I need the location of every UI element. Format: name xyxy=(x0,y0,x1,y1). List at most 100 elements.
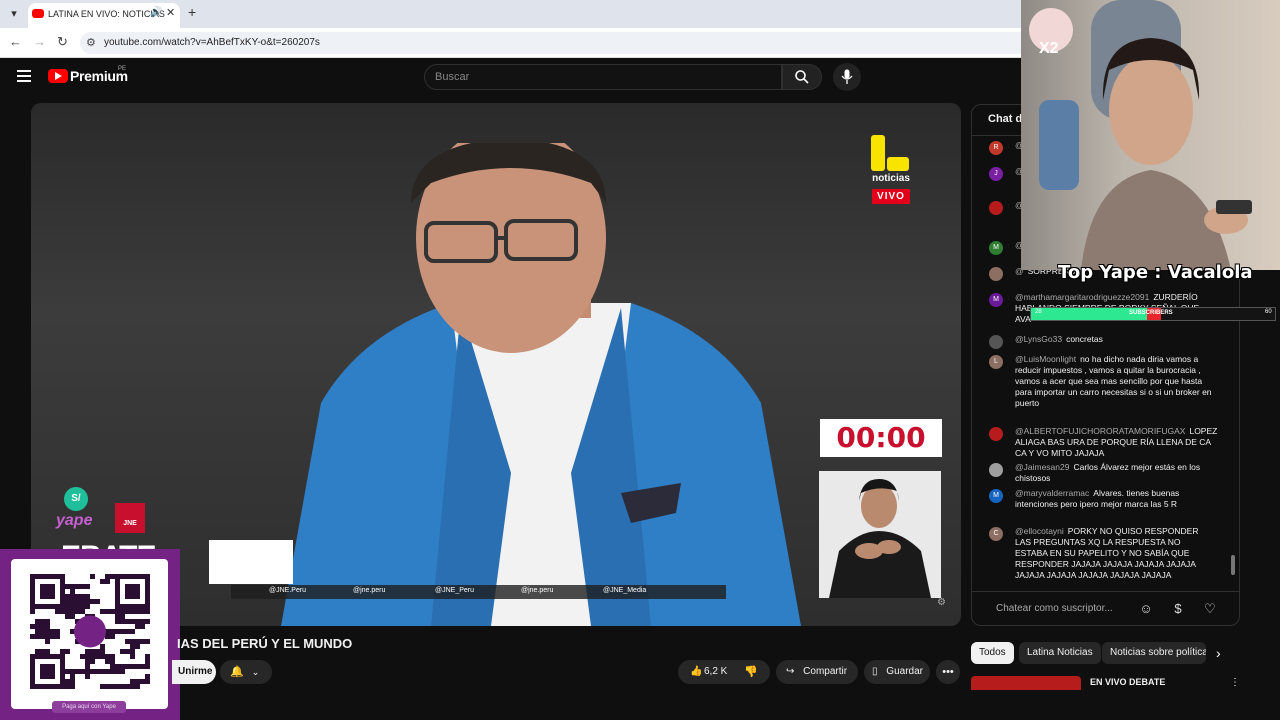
search-button[interactable] xyxy=(782,64,822,90)
chat-message-body: @maryvalderramac Alvares. tienes buenas i… xyxy=(1015,488,1215,510)
chat-message-body: @ALBERTOFUJICHORORATAMORIFUGAX LOPEZ ALIA… xyxy=(1015,426,1217,459)
yape-currency-badge: S/ xyxy=(64,487,88,511)
qr-card xyxy=(11,559,168,709)
forward-arrow-icon[interactable]: → xyxy=(33,34,46,49)
thumbs-down-icon[interactable]: 👎 xyxy=(744,660,758,684)
audio-playing-icon[interactable]: 🔊 xyxy=(150,7,162,18)
thumbs-up-icon: 👍 xyxy=(690,666,703,677)
save-button[interactable]: ▯ Guardar xyxy=(864,660,930,684)
chat-author[interactable]: @Jaimesan29 xyxy=(1015,462,1069,472)
site-info-icon[interactable]: ⚙ xyxy=(86,36,96,49)
top-yape-label: Top Yape : Vacalola xyxy=(1058,262,1253,283)
new-tab-button[interactable]: + xyxy=(188,4,196,20)
share-icon: ↪ xyxy=(786,666,795,677)
menu-icon[interactable] xyxy=(17,70,31,82)
avatar[interactable] xyxy=(989,267,1003,281)
graphics-box xyxy=(209,540,293,584)
x-handle: @JNE_Peru xyxy=(435,587,475,594)
save-label: Guardar xyxy=(886,666,923,677)
video-player[interactable]: noticias VIVO 00:00 EBATE AL JNE @JNE.Pe… xyxy=(31,103,961,626)
recommendation-menu-icon[interactable]: ⋮ xyxy=(1230,677,1240,688)
share-label: Compartir xyxy=(803,666,848,677)
search-icon xyxy=(795,70,809,84)
url-text[interactable]: youtube.com/watch?v=AhBefTxKY-o&t=260207… xyxy=(104,37,320,48)
chevron-down-icon: ⌄ xyxy=(251,667,260,677)
chat-message-body: @ellocotayni PORKY NO QUISO RESPONDER LAS… xyxy=(1015,526,1215,581)
chat-input-row: Chatear como suscriptor... ☺ $ ♡ xyxy=(972,591,1239,625)
chat-author[interactable]: @marthamargaritarodriguezze2091 xyxy=(1015,292,1149,302)
like-count: 6,2 K xyxy=(704,666,728,677)
avatar[interactable]: L xyxy=(989,355,1003,369)
facebook-handle: @JNE.Peru xyxy=(269,587,307,594)
svg-text:X2: X2 xyxy=(1039,40,1059,57)
avatar[interactable]: J xyxy=(989,167,1003,181)
logo-noticias-text: noticias xyxy=(872,173,910,184)
tab-title: LATINA EN VIVO: NOTICIAS xyxy=(48,9,165,19)
qr-code-icon xyxy=(30,574,150,689)
avatar[interactable] xyxy=(989,463,1003,477)
chat-message-body: @LynsGo33 concretas xyxy=(1015,334,1215,345)
logo-block xyxy=(871,135,885,171)
notification-bell-button[interactable]: 🔔 ⌄ xyxy=(220,660,272,684)
chat-text: concretas xyxy=(1066,334,1103,344)
yape-word-logo: yape xyxy=(56,512,93,529)
chat-scrollbar[interactable] xyxy=(1231,555,1235,575)
avatar[interactable]: M xyxy=(989,293,1003,307)
chat-input[interactable]: Chatear como suscriptor... xyxy=(996,603,1113,614)
tab-search-chevron-icon[interactable]: ▾ xyxy=(6,6,22,22)
chat-author[interactable]: @LynsGo33 xyxy=(1015,334,1062,344)
bell-icon: 🔔 xyxy=(230,666,244,678)
subscriber-goal-bar: 28 SUBSCRIBERS 60 xyxy=(1030,307,1276,321)
chat-message-body: @Jaimesan29 Carlos Álvarez mejor estás en… xyxy=(1015,462,1215,484)
chat-author[interactable]: @maryvalderramac xyxy=(1015,488,1089,498)
qr-caption: Paga aquí con Yape xyxy=(52,701,126,713)
avatar[interactable] xyxy=(989,335,1003,349)
chat-author[interactable]: @LuisMoonlight xyxy=(1015,354,1076,364)
instagram-handle: @jne.peru xyxy=(353,587,386,594)
latina-noticias-logo: noticias VIVO xyxy=(867,133,915,208)
chip-all[interactable]: Todos xyxy=(971,642,1014,664)
chip-noticias-politica[interactable]: Noticias sobre política xyxy=(1102,642,1206,664)
super-chat-icon[interactable]: $ xyxy=(1170,601,1186,617)
voice-search-button[interactable] xyxy=(833,63,861,91)
back-arrow-icon[interactable]: ← xyxy=(9,34,22,49)
chat-author[interactable]: @ellocotayni xyxy=(1015,526,1064,536)
recommendation-thumbnail[interactable] xyxy=(971,676,1081,690)
avatar[interactable] xyxy=(989,427,1003,441)
youtube-logo-icon[interactable] xyxy=(48,69,68,83)
chevron-right-icon[interactable]: › xyxy=(1216,645,1221,661)
live-badge: VIVO xyxy=(872,189,910,204)
like-button[interactable]: 👍 6,2 K 👎 xyxy=(678,660,770,684)
avatar[interactable]: M xyxy=(989,489,1003,503)
avatar[interactable]: C xyxy=(989,527,1003,541)
yape-qr-panel: Paga aquí con Yape xyxy=(0,549,180,720)
heart-icon[interactable]: ♡ xyxy=(1202,601,1218,617)
chat-author[interactable]: @ALBERTOFUJICHORORATAMORIFUGAX xyxy=(1015,426,1185,436)
avatar[interactable]: R xyxy=(989,141,1003,155)
browser-tab[interactable]: LATINA EN VIVO: NOTICIAS 🔊 ✕ xyxy=(28,3,180,28)
avatar[interactable] xyxy=(989,201,1003,215)
presenter-figure xyxy=(281,143,801,626)
debate-timer: 00:00 xyxy=(820,419,942,457)
tiktok-handle: @jne.peru xyxy=(521,587,554,594)
share-button[interactable]: ↪ Compartir xyxy=(776,660,858,684)
recommendation-title[interactable]: EN VIVO DEBATE xyxy=(1090,677,1165,687)
microphone-icon xyxy=(841,69,853,84)
video-title: IAS DEL PERÚ Y EL MUNDO xyxy=(177,636,353,651)
streamer-webcam: X2 xyxy=(1021,0,1280,270)
tab-close-icon[interactable]: ✕ xyxy=(166,6,175,19)
chip-latina-noticias[interactable]: Latina Noticias xyxy=(1019,642,1101,664)
logo-block xyxy=(887,157,909,171)
reload-icon[interactable]: ↻ xyxy=(57,34,68,50)
join-button[interactable]: Unirme xyxy=(172,660,216,684)
emoji-icon[interactable]: ☺ xyxy=(1138,601,1154,617)
search-placeholder: Buscar xyxy=(435,71,470,83)
avatar[interactable]: M xyxy=(989,241,1003,255)
streamer-figure: X2 xyxy=(1029,0,1252,270)
more-actions-button[interactable]: ••• xyxy=(936,660,960,684)
player-settings-icon[interactable]: ⚙ xyxy=(937,597,946,608)
region-code: PE xyxy=(118,66,127,72)
social-handles-bar: @JNE.Peru @jne.peru @JNE_Peru @jne.peru … xyxy=(231,585,726,599)
search-input[interactable]: Buscar xyxy=(424,64,782,90)
subscriber-goal: 60 xyxy=(1265,309,1272,315)
